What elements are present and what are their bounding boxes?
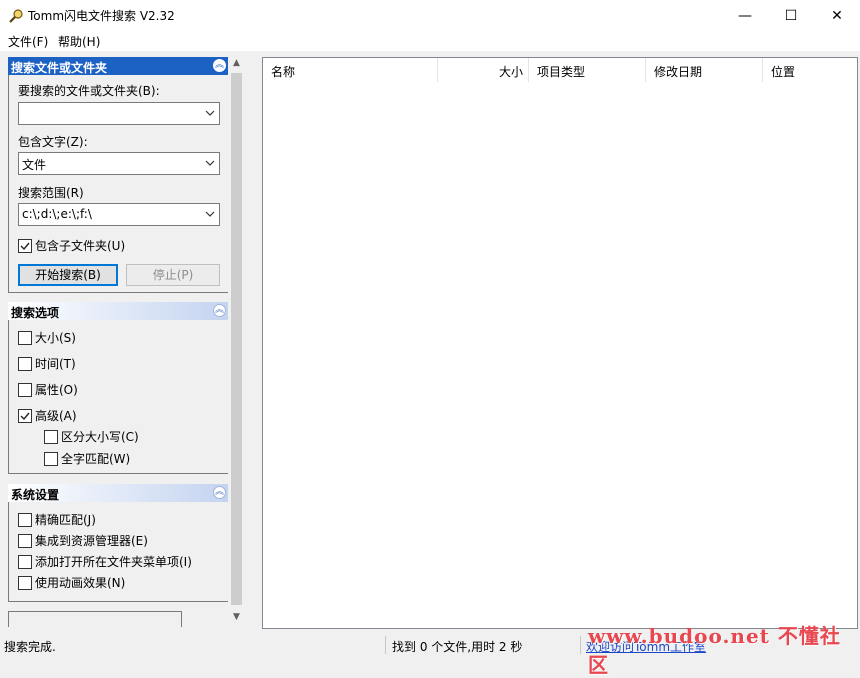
search-options-title: 搜索选项 (11, 306, 60, 320)
scroll-up-icon[interactable]: ▲ (229, 55, 244, 72)
checkbox-checked-icon (18, 408, 32, 423)
system-settings-title: 系统设置 (11, 488, 60, 502)
start-search-button[interactable]: 开始搜索(B) (18, 264, 118, 286)
option-attribute-checkbox[interactable]: 属性(O) (18, 381, 78, 398)
checkbox-icon (18, 382, 32, 397)
contains-text-combo[interactable]: 文件 (18, 152, 220, 175)
file-name-combo[interactable] (18, 102, 220, 125)
left-panel: 搜索文件或文件夹 ︽ 要搜索的文件或文件夹(B): 包含文字(Z): 文件 搜索… (4, 55, 228, 627)
collapse-icon[interactable]: ︽ (213, 59, 226, 72)
checkbox-icon (18, 575, 32, 590)
search-options-header[interactable]: 搜索选项 ︽ (8, 302, 228, 320)
scope-value: c:\;d:\;e:\;f:\ (22, 207, 92, 221)
checkbox-icon (18, 330, 32, 345)
option-time-label: 时间(T) (35, 357, 76, 371)
search-group-body: 要搜索的文件或文件夹(B): 包含文字(Z): 文件 搜索范围(R) c:\;d… (8, 75, 228, 293)
scroll-thumb[interactable] (231, 73, 242, 605)
column-type-label: 项目类型 (537, 65, 586, 79)
magnifier-app-icon (9, 9, 23, 23)
checkbox-icon (44, 451, 58, 466)
watermark: www.budoo.net 不懂社区 (588, 624, 841, 677)
scope-combo[interactable]: c:\;d:\;e:\;f:\ (18, 203, 220, 226)
scroll-down-icon[interactable]: ▼ (229, 609, 244, 626)
include-subfolders-label: 包含子文件夹(U) (35, 239, 126, 253)
minimize-button[interactable]: — (722, 0, 768, 31)
system-settings-body: 精确匹配(J) 集成到资源管理器(E) 添加打开所在文件夹菜单项(I) 使用动画… (8, 502, 228, 602)
column-header-type[interactable]: 项目类型 (529, 58, 646, 82)
checkbox-icon (18, 533, 32, 548)
checkbox-icon (18, 356, 32, 371)
column-header-size[interactable]: 大小 (438, 58, 529, 82)
option-size-label: 大小(S) (35, 331, 76, 345)
collapse-icon[interactable]: ︽ (213, 486, 226, 499)
case-sensitive-label: 区分大小写(C) (61, 430, 139, 444)
column-size-label: 大小 (498, 65, 523, 79)
column-location-label: 位置 (771, 65, 796, 79)
exact-match-checkbox[interactable]: 精确匹配(J) (18, 511, 96, 528)
column-header-date[interactable]: 修改日期 (646, 58, 763, 82)
explorer-integration-checkbox[interactable]: 集成到资源管理器(E) (18, 532, 148, 549)
column-date-label: 修改日期 (654, 65, 703, 79)
status-divider (385, 636, 386, 654)
animation-label: 使用动画效果(N) (35, 576, 126, 590)
chevron-down-icon (205, 160, 215, 166)
explorer-integration-label: 集成到资源管理器(E) (35, 534, 148, 548)
stop-button[interactable]: 停止(P) (126, 264, 220, 286)
file-name-label: 要搜索的文件或文件夹(B): (18, 84, 160, 98)
checkbox-icon (18, 554, 32, 569)
chevron-down-icon (205, 110, 215, 116)
option-advanced-label: 高级(A) (35, 409, 77, 423)
partial-group-box (8, 611, 182, 627)
exact-match-label: 精确匹配(J) (35, 513, 96, 527)
status-divider (580, 636, 581, 654)
window-title: Tomm闪电文件搜索 V2.32 (28, 9, 175, 23)
search-options-body: 大小(S) 时间(T) 属性(O) 高级(A) 区分大小写(C) 全字匹配(W) (8, 320, 228, 474)
menu-help[interactable]: 帮助(H) (58, 33, 100, 50)
option-attribute-label: 属性(O) (35, 383, 78, 397)
search-options-group: 搜索选项 ︽ 大小(S) 时间(T) 属性(O) 高级(A) 区分大小写(C) … (8, 302, 228, 474)
contains-text-label: 包含文字(Z): (18, 135, 88, 149)
include-subfolders-checkbox[interactable]: 包含子文件夹(U) (18, 237, 125, 254)
menu-bar: 文件(F) 帮助(H) (0, 31, 860, 51)
status-text: 搜索完成. (4, 640, 56, 654)
search-group-header[interactable]: 搜索文件或文件夹 ︽ (8, 57, 228, 75)
chevron-down-icon (205, 211, 215, 217)
results-list[interactable]: 名称 大小 项目类型 修改日期 位置 (262, 57, 858, 629)
option-advanced-checkbox[interactable]: 高级(A) (18, 407, 77, 424)
collapse-icon[interactable]: ︽ (213, 304, 226, 317)
column-header-name[interactable]: 名称 (263, 58, 438, 82)
open-folder-menu-label: 添加打开所在文件夹菜单项(I) (35, 555, 192, 569)
open-folder-menu-checkbox[interactable]: 添加打开所在文件夹菜单项(I) (18, 553, 192, 570)
title-bar: Tomm闪电文件搜索 V2.32 — ☐ ✕ (0, 0, 860, 31)
whole-word-checkbox[interactable]: 全字匹配(W) (44, 450, 130, 467)
scope-label: 搜索范围(R) (18, 186, 84, 200)
whole-word-label: 全字匹配(W) (61, 452, 131, 466)
animation-checkbox[interactable]: 使用动画效果(N) (18, 574, 125, 591)
contains-text-value: 文件 (22, 158, 47, 172)
left-panel-scrollbar[interactable]: ▲ ▼ (229, 55, 244, 627)
system-settings-group: 系统设置 ︽ 精确匹配(J) 集成到资源管理器(E) 添加打开所在文件夹菜单项(… (8, 484, 228, 602)
checkbox-icon (18, 512, 32, 527)
menu-file[interactable]: 文件(F) (8, 33, 48, 50)
result-count-text: 找到 0 个文件,用时 2 秒 (392, 640, 523, 654)
column-name-label: 名称 (271, 65, 296, 79)
partial-group (8, 611, 228, 627)
close-button[interactable]: ✕ (814, 0, 860, 31)
checkbox-checked-icon (18, 238, 32, 253)
search-group-title: 搜索文件或文件夹 (11, 61, 108, 75)
search-group: 搜索文件或文件夹 ︽ 要搜索的文件或文件夹(B): 包含文字(Z): 文件 搜索… (8, 57, 228, 293)
maximize-button[interactable]: ☐ (768, 0, 814, 31)
checkbox-icon (44, 429, 58, 444)
column-header-location[interactable]: 位置 (763, 58, 857, 82)
case-sensitive-checkbox[interactable]: 区分大小写(C) (44, 428, 139, 445)
option-size-checkbox[interactable]: 大小(S) (18, 329, 76, 346)
system-settings-header[interactable]: 系统设置 ︽ (8, 484, 228, 502)
option-time-checkbox[interactable]: 时间(T) (18, 355, 76, 372)
